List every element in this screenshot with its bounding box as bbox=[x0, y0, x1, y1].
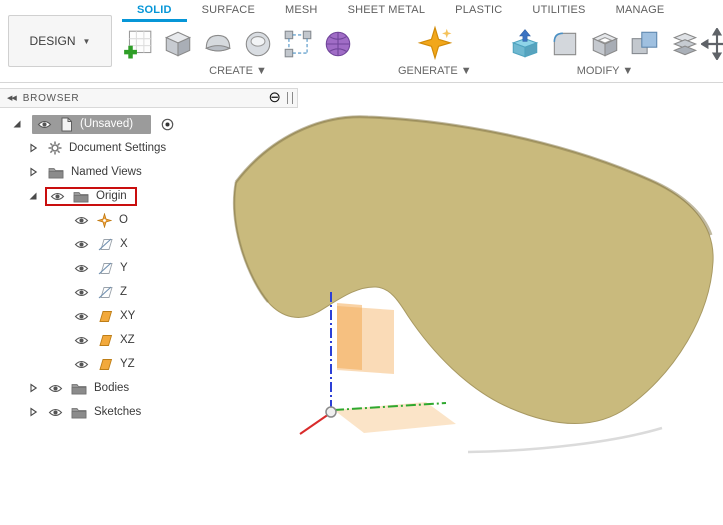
axis-icon bbox=[97, 238, 113, 251]
visibility-eye-icon[interactable] bbox=[48, 407, 63, 418]
cylinder-icon[interactable] bbox=[238, 24, 278, 64]
panel-resize-grip[interactable] bbox=[287, 92, 293, 104]
visibility-eye-icon[interactable] bbox=[48, 383, 63, 394]
browser-tree: (Unsaved) Document Settings Named Views Ori… bbox=[0, 112, 298, 424]
press-pull-icon[interactable] bbox=[505, 24, 545, 64]
axis-icon bbox=[97, 262, 113, 275]
tree-item-label: (Unsaved) bbox=[80, 118, 134, 130]
create-sketch-icon[interactable] bbox=[118, 24, 158, 64]
fusion360-window: DESIGN ▼ SOLID SURFACE MESH SHEET METAL PLAS… bbox=[0, 0, 723, 525]
tree-item-label: O bbox=[119, 214, 128, 226]
tree-item-z[interactable]: Z bbox=[0, 280, 298, 304]
ribbon-group-modify: MODIFY ▼ bbox=[505, 24, 705, 77]
ribbon-toolbar: DESIGN ▼ SOLID SURFACE MESH SHEET METAL PLAS… bbox=[0, 0, 723, 83]
tree-item-label: X bbox=[120, 238, 128, 250]
combine-icon[interactable] bbox=[625, 24, 665, 64]
origin-point-handle[interactable] bbox=[325, 406, 337, 418]
visibility-eye-icon[interactable] bbox=[74, 287, 89, 298]
group-dropdown-create[interactable]: CREATE ▼ bbox=[209, 65, 267, 77]
plane-icon bbox=[97, 334, 113, 347]
axis-icon bbox=[97, 286, 113, 299]
tree-item-unsaved[interactable]: (Unsaved) bbox=[0, 112, 298, 136]
visibility-eye-icon[interactable] bbox=[74, 359, 89, 370]
pattern-icon[interactable] bbox=[278, 24, 318, 64]
expand-arrow-icon[interactable] bbox=[28, 407, 38, 417]
tree-item-label: Named Views bbox=[71, 166, 142, 178]
ground-shadow bbox=[467, 426, 663, 454]
folder-icon bbox=[71, 382, 87, 395]
ribbon-groups: CREATE ▼ GENERATE ▼ MODIFY ▼ bbox=[0, 0, 723, 77]
origin-plane-xz[interactable] bbox=[337, 306, 394, 374]
tree-item-document-settings[interactable]: Document Settings bbox=[0, 136, 298, 160]
generate-icon[interactable] bbox=[415, 24, 455, 64]
gear-icon bbox=[48, 141, 62, 155]
folder-icon bbox=[71, 406, 87, 419]
tree-item-label: Origin bbox=[96, 190, 127, 202]
annotation-box: Origin bbox=[45, 186, 137, 206]
browser-panel: ◀◀ BROWSER ⊖ (Unsaved) Document Settings N… bbox=[0, 88, 298, 424]
form-icon[interactable] bbox=[318, 24, 358, 64]
pattern-stack-icon[interactable] bbox=[665, 24, 705, 64]
collapse-arrow-icon[interactable] bbox=[28, 191, 38, 201]
plane-icon bbox=[97, 310, 113, 323]
minimize-panel-icon[interactable]: ⊖ bbox=[268, 90, 281, 105]
shell-icon[interactable] bbox=[585, 24, 625, 64]
tree-item-label: Document Settings bbox=[69, 142, 167, 154]
sweep-icon[interactable] bbox=[198, 24, 238, 64]
tree-item-xy[interactable]: XY bbox=[0, 304, 298, 328]
folder-icon bbox=[73, 190, 89, 203]
group-dropdown-modify[interactable]: MODIFY ▼ bbox=[577, 65, 634, 77]
document-icon bbox=[60, 117, 73, 132]
ribbon-group-create: CREATE ▼ bbox=[118, 24, 358, 77]
collapse-arrow-icon[interactable] bbox=[12, 119, 22, 129]
move-icon[interactable] bbox=[699, 26, 723, 65]
tree-item-origin[interactable]: Origin bbox=[0, 184, 298, 208]
activate-component-radio[interactable] bbox=[161, 118, 174, 131]
browser-title: BROWSER bbox=[22, 92, 80, 104]
fillet-icon[interactable] bbox=[545, 24, 585, 64]
visibility-eye-icon[interactable] bbox=[50, 191, 65, 202]
ribbon-group-generate: GENERATE ▼ bbox=[398, 24, 472, 77]
tree-item-xz[interactable]: XZ bbox=[0, 328, 298, 352]
tree-item-sketches[interactable]: Sketches bbox=[0, 400, 298, 424]
tree-item-label: XZ bbox=[120, 334, 135, 346]
tree-item-label: Y bbox=[120, 262, 128, 274]
tree-item-named-views[interactable]: Named Views bbox=[0, 160, 298, 184]
tree-item-label: XY bbox=[120, 310, 136, 322]
group-dropdown-generate[interactable]: GENERATE ▼ bbox=[398, 65, 472, 77]
visibility-eye-icon[interactable] bbox=[37, 119, 52, 130]
expand-arrow-icon[interactable] bbox=[28, 167, 38, 177]
folder-icon bbox=[48, 166, 64, 179]
expand-arrow-icon[interactable] bbox=[28, 383, 38, 393]
origin-point-icon bbox=[97, 212, 112, 228]
tree-item-y[interactable]: Y bbox=[0, 256, 298, 280]
tree-item-label: Sketches bbox=[94, 406, 142, 418]
collapse-panel-icon[interactable]: ◀◀ bbox=[7, 94, 17, 102]
x-axis[interactable] bbox=[299, 413, 330, 435]
visibility-eye-icon[interactable] bbox=[74, 215, 89, 226]
visibility-eye-icon[interactable] bbox=[74, 335, 89, 346]
visibility-eye-icon[interactable] bbox=[74, 239, 89, 250]
visibility-eye-icon[interactable] bbox=[74, 311, 89, 322]
tree-item-label: Z bbox=[120, 286, 128, 298]
visibility-eye-icon[interactable] bbox=[74, 263, 89, 274]
surface-body[interactable] bbox=[233, 116, 714, 425]
tree-item-yz[interactable]: YZ bbox=[0, 352, 298, 376]
tree-item-o[interactable]: O bbox=[0, 208, 298, 232]
tree-item-x[interactable]: X bbox=[0, 232, 298, 256]
box-icon[interactable] bbox=[158, 24, 198, 64]
plane-icon bbox=[97, 358, 113, 371]
tree-item-label: YZ bbox=[120, 358, 135, 370]
tree-item-bodies[interactable]: Bodies bbox=[0, 376, 298, 400]
browser-header: ◀◀ BROWSER ⊖ bbox=[0, 88, 298, 108]
expand-arrow-icon[interactable] bbox=[28, 143, 38, 153]
tree-item-label: Bodies bbox=[94, 382, 130, 394]
selected-row-highlight: (Unsaved) bbox=[32, 114, 152, 134]
